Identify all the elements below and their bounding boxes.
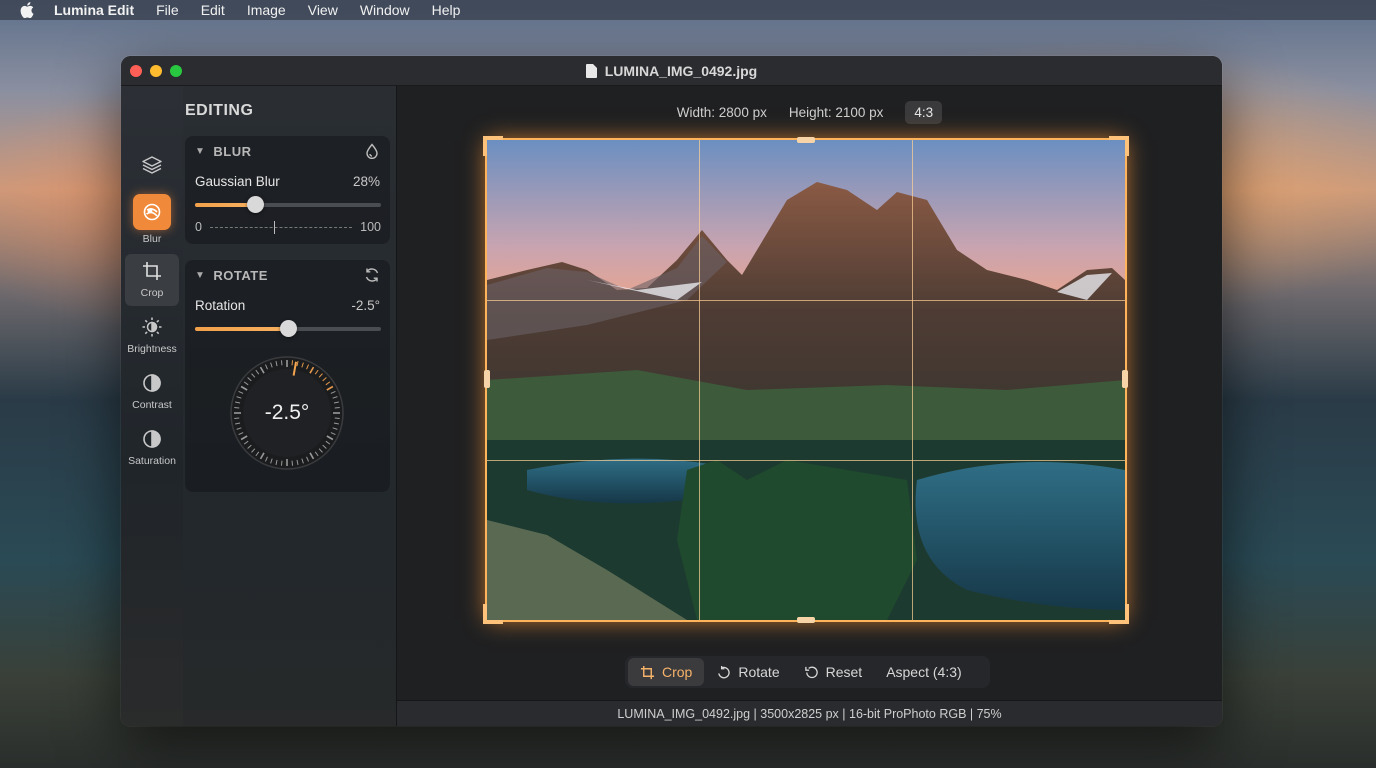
slider-knob[interactable] <box>280 320 297 337</box>
grid-line-horizontal <box>487 300 1125 301</box>
rotation-slider[interactable] <box>195 320 381 337</box>
rotate-icon <box>716 665 731 680</box>
rotation-value: -2.5° <box>351 298 380 313</box>
crop-handle-bottom[interactable] <box>797 617 815 623</box>
chevron-down-icon: ▼ <box>195 146 206 157</box>
rotation-label: Rotation <box>195 298 246 313</box>
slider-fill <box>195 203 255 207</box>
crop-button-label: Crop <box>662 664 693 680</box>
slider-knob[interactable] <box>246 196 264 213</box>
rotation-dial[interactable]: -2.5° <box>229 355 345 471</box>
crop-icon <box>139 258 165 284</box>
rail-label-crop: Crop <box>140 287 164 299</box>
zoom-window-button[interactable] <box>170 65 182 77</box>
rotate-card: ▼ ROTATE Rotation -2.5° -2.5° <box>185 260 390 492</box>
gaussian-blur-label: Gaussian Blur <box>195 174 280 189</box>
title-bar[interactable]: LUMINA_IMG_0492.jpg <box>121 56 1222 86</box>
menu-app-name[interactable]: Lumina Edit <box>54 2 134 18</box>
aspect-ratio-chip[interactable]: 4:3 <box>905 101 943 124</box>
blur-card: ▼ BLUR Gaussian Blur 28% 0 100 <box>185 136 390 244</box>
traffic-lights <box>130 65 182 77</box>
crop-handle-top[interactable] <box>797 137 815 143</box>
rotate-button-label: Rotate <box>738 664 780 680</box>
aspect-button[interactable]: Aspect (4:3) <box>874 658 973 686</box>
aspect-button-label: Aspect (4:3) <box>886 664 962 680</box>
rotate-header-label: ROTATE <box>213 268 268 283</box>
rail-label-saturation: Saturation <box>128 455 176 467</box>
contrast-icon <box>139 370 165 396</box>
grid-line-vertical <box>699 140 700 620</box>
editor-window: LUMINA_IMG_0492.jpg Blur Crop Brightness <box>121 56 1222 726</box>
window-title: LUMINA_IMG_0492.jpg <box>604 62 758 79</box>
close-window-button[interactable] <box>130 65 142 77</box>
range-max: 100 <box>360 220 381 234</box>
rotate-button[interactable]: Rotate <box>704 658 791 686</box>
status-text: LUMINA_IMG_0492.jpg | 3500x2825 px | 16-… <box>617 706 1002 721</box>
status-bar: LUMINA_IMG_0492.jpg | 3500x2825 px | 16-… <box>397 700 1222 726</box>
minimize-window-button[interactable] <box>150 65 162 77</box>
range-min: 0 <box>195 220 202 234</box>
crop-toolbar: Crop Rotate Reset Aspect (4:3) <box>625 656 990 688</box>
rail-item-contrast[interactable]: Contrast <box>125 366 179 418</box>
crop-handle-right[interactable] <box>1122 370 1128 388</box>
slider-fill <box>195 327 288 331</box>
rail-item-brightness[interactable]: Brightness <box>125 310 179 362</box>
blur-range: 0 100 <box>195 220 381 234</box>
rotate-icon[interactable] <box>364 267 380 283</box>
reset-button-label: Reset <box>825 664 863 680</box>
chevron-down-icon: ▼ <box>195 270 206 281</box>
blur-icon <box>133 194 171 230</box>
sun-icon <box>139 314 165 340</box>
reset-icon <box>804 665 819 680</box>
rail-item-blur[interactable]: Blur <box>125 194 179 246</box>
menu-file[interactable]: File <box>156 2 179 18</box>
reset-button[interactable]: Reset <box>792 658 875 686</box>
photo-illustration <box>487 140 1125 620</box>
layers-icon <box>139 152 165 178</box>
droplet-icon[interactable] <box>364 143 380 159</box>
tool-rail: Blur Crop Brightness Contrast Saturation <box>121 86 183 726</box>
rail-item-saturation[interactable]: Saturation <box>125 422 179 474</box>
crop-icon <box>640 665 655 680</box>
blur-header-label: BLUR <box>213 144 252 159</box>
menu-window[interactable]: Window <box>360 2 410 18</box>
saturation-icon <box>139 426 165 452</box>
crop-handle-bottom-left[interactable] <box>483 604 503 624</box>
landscape-photo <box>487 140 1125 620</box>
crop-dimensions: Width: 2800 px Height: 2100 px 4:3 <box>397 101 1222 124</box>
blur-card-header[interactable]: ▼ BLUR <box>195 144 252 159</box>
crop-handle-top-left[interactable] <box>483 136 503 156</box>
crop-height: Height: 2100 px <box>788 105 884 120</box>
menu-view[interactable]: View <box>308 2 338 18</box>
grid-line-horizontal <box>487 460 1125 461</box>
rotate-card-header[interactable]: ▼ ROTATE <box>195 268 268 283</box>
crop-handle-bottom-right[interactable] <box>1109 604 1129 624</box>
menu-help[interactable]: Help <box>432 2 461 18</box>
menu-edit[interactable]: Edit <box>201 2 225 18</box>
gaussian-blur-slider[interactable] <box>195 196 381 213</box>
panel-title: EDITING <box>185 102 254 119</box>
crop-frame[interactable] <box>487 140 1125 620</box>
rail-label-blur: Blur <box>142 233 162 245</box>
rail-label-brightness: Brightness <box>127 343 177 355</box>
menu-image[interactable]: Image <box>247 2 286 18</box>
crop-width: Width: 2800 px <box>676 105 767 120</box>
file-icon <box>585 63 597 78</box>
crop-handle-top-right[interactable] <box>1109 136 1129 156</box>
rail-item-crop[interactable]: Crop <box>125 254 179 306</box>
grid-line-vertical <box>912 140 913 620</box>
rail-label-contrast: Contrast <box>132 399 172 411</box>
apple-icon[interactable] <box>20 2 34 18</box>
dial-value: -2.5° <box>264 401 310 424</box>
crop-handle-left[interactable] <box>484 370 490 388</box>
gaussian-blur-value: 28% <box>352 174 380 189</box>
editing-panel: EDITING ▼ BLUR Gaussian Blur 28% 0 100 ▼… <box>183 86 397 726</box>
rail-item-layers[interactable] <box>125 148 179 200</box>
range-scale <box>209 220 353 234</box>
canvas-area: Width: 2800 px Height: 2100 px 4:3 Crop … <box>397 86 1222 700</box>
menu-bar: Lumina Edit File Edit Image View Window … <box>0 0 1376 20</box>
crop-button[interactable]: Crop <box>628 658 705 686</box>
